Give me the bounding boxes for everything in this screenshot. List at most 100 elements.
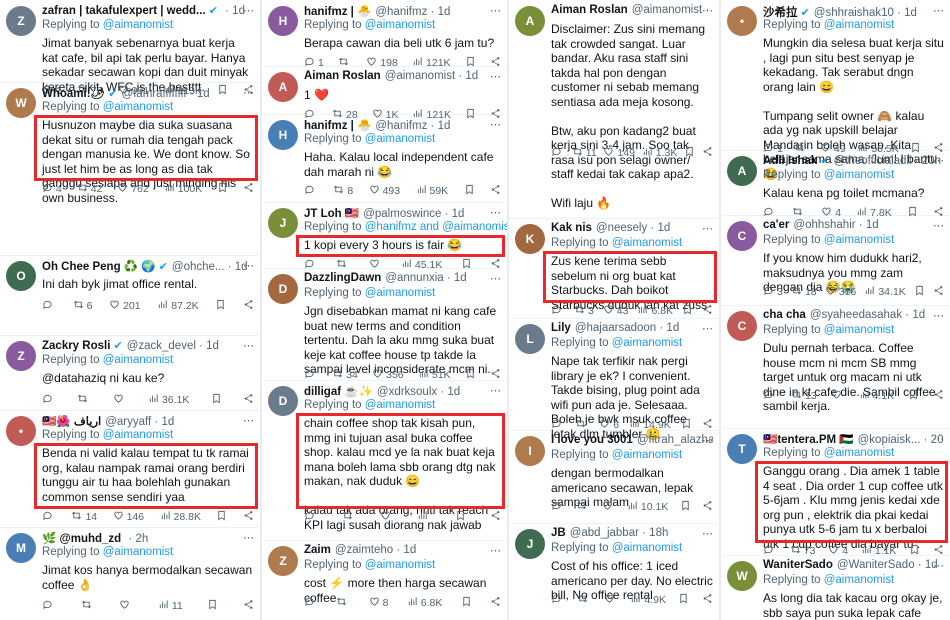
reply-to-link[interactable]: @aimanomist [824,234,894,246]
views-button[interactable] [417,510,431,524]
like-button[interactable] [119,599,133,613]
timestamp[interactable]: 1d [403,544,416,556]
bookmark-button[interactable] [216,510,227,524]
avatar[interactable]: T [727,434,757,464]
like-button[interactable]: 201 [109,299,141,313]
reply-button[interactable] [42,510,56,524]
retweet-button[interactable] [342,510,356,524]
reply-to-link[interactable]: @aimanomist [824,169,894,181]
tweet-card[interactable]: M 🌿 @muhd_zd · 2h ⋯ Replying to @aimanomist… [0,527,260,620]
reply-button[interactable] [304,596,318,610]
more-icon[interactable]: ⋯ [933,154,944,167]
timestamp[interactable]: 1d [454,272,467,284]
avatar[interactable]: I [515,436,545,466]
avatar[interactable]: H [268,120,298,150]
avatar[interactable]: L [515,324,545,354]
views-button[interactable]: 4.9K [630,593,666,607]
like-button[interactable]: 493 [369,184,400,198]
tweet-card[interactable]: O Oh Chee Peng ♻️ 🌍 ✔ @ohche... · 1d ⋯ Ini d… [0,255,260,336]
share-button[interactable] [243,510,254,524]
tweet-card[interactable]: Hhanifmz | 🐣 @hanifmz · 1d ⋯ Replying to @a… [262,0,507,69]
timestamp[interactable]: 1d [452,208,465,220]
timestamp[interactable]: 18h [649,527,668,539]
tweet-card[interactable]: A Aiman Roslan @aimanomist · 1d ⋯ 1 ❤️ 28 1K 12… [262,66,507,121]
reply-button[interactable] [42,393,56,407]
reply-button[interactable] [551,500,565,514]
more-icon[interactable]: ⋯ [490,384,501,397]
bookmark-button[interactable] [680,500,691,514]
author-name[interactable]: dilligaf ☕✨ [304,386,373,398]
more-icon[interactable]: ⋯ [702,4,713,17]
author-name[interactable]: JT Loh 🇲🇾 [304,208,359,220]
more-icon[interactable]: ⋯ [490,118,501,131]
reply-to-link[interactable]: @aimanomist [365,287,435,299]
timestamp[interactable]: 2h [135,533,148,545]
more-icon[interactable]: ⋯ [933,309,944,322]
bookmark-button[interactable] [678,593,689,607]
share-button[interactable] [490,184,501,198]
like-button[interactable] [380,510,394,524]
views-button[interactable]: 4.1K [859,389,894,403]
views-button[interactable]: 59K [416,184,448,198]
author-name[interactable]: 🇲🇾🌺 ارياف [42,416,101,428]
reply-to-link[interactable]: @aimanomist [824,447,894,459]
share-button[interactable] [243,182,254,196]
share-button[interactable] [933,285,944,299]
reply-to-link[interactable]: @aimanomist [365,19,435,31]
tweet-card[interactable]: W WaniterSado @WaniterSado · 1d ⋯ Replying t… [721,555,950,620]
retweet-button[interactable] [577,593,591,607]
more-icon[interactable]: ⋯ [933,559,944,572]
share-button[interactable] [702,593,713,607]
tweet-card[interactable]: Hhanifmz | 🐣 @hanifmz · 1d ⋯ Replying to @a… [262,114,507,203]
like-button[interactable]: 146 [113,510,144,524]
bookmark-button[interactable] [464,184,475,198]
retweet-button[interactable]: 8 [333,184,353,198]
tweet-card[interactable]: • 沙希拉 ✔ @shhraishak10 · 1d ⋯ Replying to @ai… [721,0,950,181]
views-button[interactable]: 11 [158,599,183,613]
author-name[interactable]: 沙希拉 [763,7,798,19]
reply-to-link[interactable]: @aimanomist [824,574,894,586]
avatar[interactable]: • [727,6,757,36]
more-icon[interactable]: ⋯ [243,531,254,544]
reply-button[interactable] [304,510,318,524]
reply-button[interactable]: 4 [42,182,62,196]
author-name[interactable]: hanifmz | 🐣 [304,120,371,132]
author-name[interactable]: Oh Chee Peng ♻️ 🌍 [42,261,156,273]
views-button[interactable]: 36.1K [148,393,189,407]
reply-button[interactable] [551,146,565,160]
avatar[interactable]: D [268,386,298,416]
views-button[interactable]: 34.1K [864,285,906,299]
author-name[interactable]: Aiman Roslan [551,4,628,16]
avatar[interactable]: W [727,561,757,591]
timestamp[interactable]: 1d [438,120,451,132]
avatar[interactable]: Z [6,341,36,371]
avatar[interactable]: C [727,311,757,341]
timestamp[interactable]: 1d [657,222,670,234]
timestamp[interactable]: 1d [912,309,925,321]
share-button[interactable] [490,596,501,610]
avatar[interactable]: D [268,274,298,304]
reply-to-link[interactable]: @aimanomist [612,449,682,461]
views-button[interactable]: 6.8K [407,596,442,610]
timestamp[interactable]: 1d [465,70,478,82]
tweet-card[interactable]: T 🇲🇾tentera.PM 🇵🇸@kopiaisk... · 20h⋯ Reply… [721,428,950,557]
tweet-card[interactable]: Ccha cha @syaheedasahak · 1d ⋯ Replying to … [721,305,950,429]
avatar[interactable]: A [515,6,545,36]
more-icon[interactable]: ⋯ [243,414,254,427]
more-icon[interactable]: ⋯ [702,222,713,235]
tweet-card[interactable]: Cca'er @ohhshahir · 1d ⋯ Replying to @aiman… [721,215,950,306]
views-button[interactable]: 10.1K [627,500,668,514]
avatar[interactable]: Z [268,546,298,576]
more-icon[interactable]: ⋯ [933,432,944,445]
like-button[interactable] [113,393,127,407]
avatar[interactable]: • [6,416,36,446]
like-button[interactable]: 316 [825,285,856,299]
more-icon[interactable]: ⋯ [243,339,254,352]
share-button[interactable] [243,299,254,313]
share-button[interactable] [243,599,254,613]
views-button[interactable]: 100K [164,182,202,196]
reply-to-link[interactable]: @aimanomist [824,324,894,336]
timestamp[interactable]: 1d [904,7,917,19]
tweet-card[interactable]: I I love you 3001@fitrah_alazhar · 1d⋯ Rep… [509,430,719,524]
share-button[interactable] [702,304,713,318]
